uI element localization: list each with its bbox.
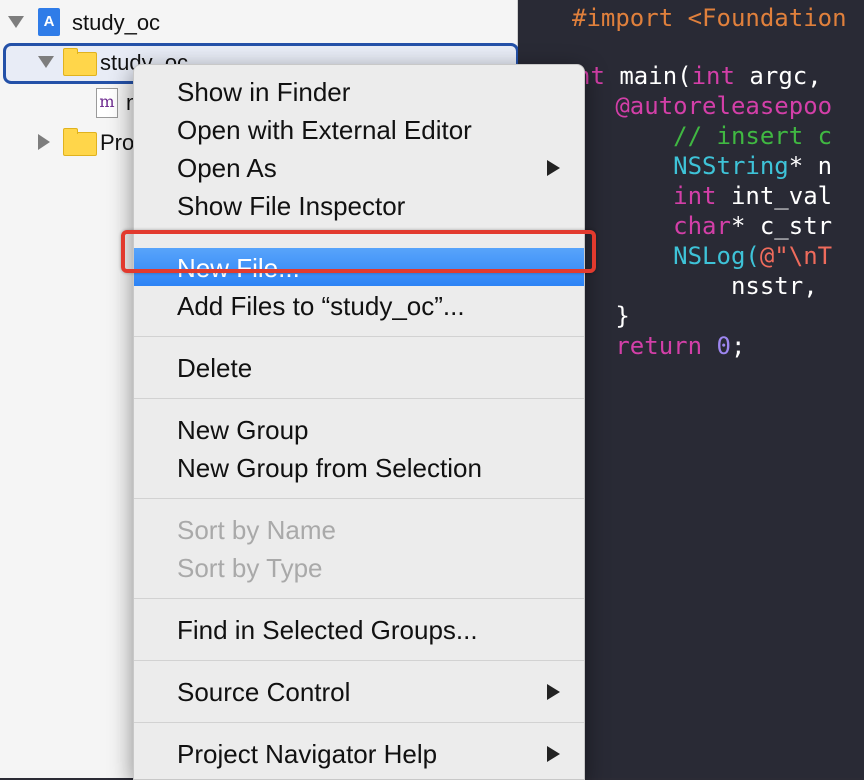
code-line: @autoreleasepoo [572, 92, 832, 120]
code-line: return 0; [572, 332, 745, 360]
menu-item-label: Project Navigator Help [177, 739, 438, 769]
disclosure-down-icon[interactable] [38, 56, 54, 68]
menu-item-label: Open As [177, 153, 277, 183]
code-token: argc, [734, 62, 822, 90]
code-token: @"\nT [759, 242, 833, 270]
menu-item-label: New Group [177, 415, 309, 445]
submenu-arrow-icon [547, 684, 560, 700]
objc-file-icon: m [96, 88, 118, 118]
code-token: NSString [572, 152, 789, 180]
menu-item-label: Show in Finder [177, 77, 351, 107]
code-token: int [691, 62, 735, 90]
nav-row-project[interactable]: A study_oc [0, 4, 517, 40]
code-line: nt main(int argc, [576, 62, 822, 90]
menu-item-new-file[interactable]: New File... [134, 248, 584, 286]
menu-item-label: Sort by Type [177, 553, 323, 583]
menu-item-add-files[interactable]: Add Files to “study_oc”... [134, 286, 584, 324]
menu-item-new-group-from-selection[interactable]: New Group from Selection [134, 448, 584, 486]
menu-separator [134, 336, 584, 337]
code-token: * c_str [730, 212, 833, 240]
menu-item-label: Open with External Editor [177, 115, 472, 145]
menu-item-label: Source Control [177, 677, 351, 707]
code-token: return [572, 332, 703, 360]
xcode-project-icon: A [38, 8, 60, 36]
code-token: NSLog( [572, 242, 760, 270]
menu-separator [134, 722, 584, 723]
code-line: int int_val [572, 182, 832, 210]
submenu-arrow-icon [547, 746, 560, 762]
menu-item-label: Show File Inspector [177, 191, 406, 221]
code-token: #import <Foundation [572, 4, 847, 32]
menu-item-label: New File... [177, 253, 300, 283]
menu-item-delete[interactable]: Delete [134, 348, 584, 386]
menu-item-label: Sort by Name [177, 515, 336, 545]
menu-item-label: New Group from Selection [177, 453, 482, 483]
code-token: int [572, 182, 717, 210]
folder-icon [63, 48, 97, 76]
code-token: @autoreleasepoo [572, 92, 833, 120]
menu-separator [134, 398, 584, 399]
menu-separator [134, 660, 584, 661]
code-line: NSString* n [572, 152, 832, 180]
context-menu: Show in Finder Open with External Editor… [133, 64, 585, 780]
code-token: int_val [716, 182, 833, 210]
menu-item-sort-by-type: Sort by Type [134, 548, 584, 586]
menu-item-project-navigator-help[interactable]: Project Navigator Help [134, 734, 584, 772]
code-token: // insert c [572, 122, 833, 150]
code-token: 0 [716, 332, 731, 360]
menu-item-label: Delete [177, 353, 253, 383]
menu-item-show-file-inspector[interactable]: Show File Inspector [134, 186, 584, 224]
menu-item-open-external-editor[interactable]: Open with External Editor [134, 110, 584, 148]
code-token: nsstr, [572, 272, 818, 300]
menu-item-new-group[interactable]: New Group [134, 410, 584, 448]
menu-item-label: Add Files to “study_oc”... [177, 291, 465, 321]
code-line: #import <Foundation [572, 4, 847, 32]
disclosure-right-icon[interactable] [38, 134, 50, 150]
menu-separator [134, 598, 584, 599]
menu-item-open-as[interactable]: Open As [134, 148, 584, 186]
disclosure-down-icon[interactable] [8, 16, 24, 28]
nav-project-label: study_oc [72, 10, 161, 35]
menu-item-find-in-selected-groups[interactable]: Find in Selected Groups... [134, 610, 584, 648]
submenu-arrow-icon [547, 160, 560, 176]
code-line: NSLog(@"\nT [572, 242, 832, 270]
code-token: * n [788, 152, 833, 180]
code-token: main( [619, 62, 692, 90]
menu-item-show-in-finder[interactable]: Show in Finder [134, 72, 584, 110]
menu-item-source-control[interactable]: Source Control [134, 672, 584, 710]
nav-products-label: Pro [100, 130, 135, 155]
menu-item-sort-by-name: Sort by Name [134, 510, 584, 548]
code-line: // insert c [572, 122, 832, 150]
menu-separator [134, 498, 584, 499]
code-line: nsstr, [572, 272, 818, 300]
menu-separator [134, 231, 584, 232]
code-line: char* c_str [572, 212, 832, 240]
code-token: ; [730, 332, 746, 360]
menu-item-label: Find in Selected Groups... [177, 615, 478, 645]
folder-icon [63, 128, 97, 156]
code-token: char [572, 212, 731, 240]
